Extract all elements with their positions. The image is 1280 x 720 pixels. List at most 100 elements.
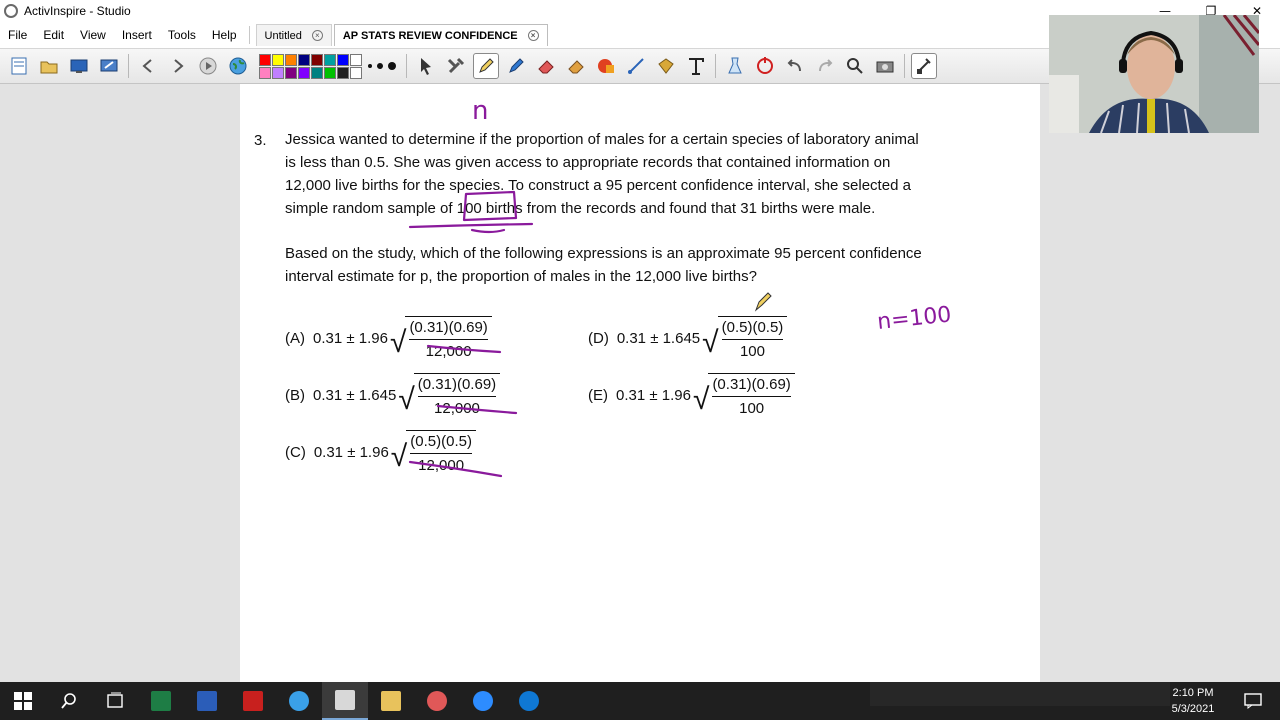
color-swatch[interactable]	[324, 66, 336, 79]
clear-icon[interactable]	[722, 53, 748, 79]
screen: ActivInspire - Studio — ❐ ✕ File Edit Vi…	[0, 0, 1280, 720]
choice-c-denominator: 12,000	[418, 457, 465, 474]
acrobat-icon[interactable]	[230, 682, 276, 720]
menu-tools[interactable]: Tools	[160, 28, 204, 42]
teacher-lock-icon[interactable]	[911, 53, 937, 79]
globe-icon[interactable]	[225, 53, 251, 79]
tab-untitled[interactable]: Untitled ×	[255, 24, 332, 46]
color-swatch[interactable]	[285, 53, 297, 66]
toolbar-separator	[715, 54, 716, 78]
pen-width-small[interactable]	[368, 64, 372, 68]
choice-b: (B) 0.31 ± 1.645 √ (0.31)(0.69) 12,000	[285, 367, 501, 423]
excel-icon[interactable]	[138, 682, 184, 720]
color-swatch[interactable]	[285, 66, 297, 79]
toolbar-separator	[128, 54, 129, 78]
previous-page-icon[interactable]	[135, 53, 161, 79]
choice-b-radical: √ (0.31)(0.69) 12,000	[398, 373, 501, 417]
choice-d-numerator: (0.5)(0.5)	[721, 319, 784, 340]
choice-a-radical: √ (0.31)(0.69) 12,000	[390, 316, 492, 360]
annotate-desktop-icon[interactable]	[96, 53, 122, 79]
text-icon[interactable]	[683, 53, 709, 79]
next-page-icon[interactable]	[165, 53, 191, 79]
pen-width-medium[interactable]	[377, 63, 383, 69]
edge-legacy-icon[interactable]	[276, 682, 322, 720]
menu-file[interactable]: File	[0, 28, 35, 42]
tab-untitled-close-icon[interactable]: ×	[311, 30, 323, 41]
activinspire-icon[interactable]	[322, 682, 368, 720]
color-swatch[interactable]	[272, 53, 284, 66]
pen-width-large[interactable]	[388, 62, 396, 70]
undo-icon[interactable]	[782, 53, 808, 79]
word-icon[interactable]	[184, 682, 230, 720]
menu-separator	[248, 26, 250, 44]
file-explorer-icon[interactable]	[368, 682, 414, 720]
flipchart-page[interactable]: 3. Jessica wanted to determine if the pr…	[240, 84, 1040, 682]
ink-handwriting-n-top: n	[472, 96, 488, 126]
color-swatch[interactable]	[311, 66, 323, 79]
color-swatch[interactable]	[259, 53, 271, 66]
menu-insert[interactable]: Insert	[114, 28, 160, 42]
choice-b-denominator: 12,000	[434, 400, 480, 417]
color-swatch[interactable]	[272, 66, 284, 79]
notification-icon[interactable]	[1230, 682, 1276, 720]
ink-underline-tail	[470, 228, 506, 234]
question-line-1: Jessica wanted to determine if the propo…	[285, 131, 919, 148]
windows-start-icon[interactable]	[0, 682, 46, 720]
choice-a: (A) 0.31 ± 1.96 √ (0.31)(0.69) 12,000	[285, 310, 492, 366]
tab-untitled-label: Untitled	[264, 29, 302, 42]
choice-c-fraction: (0.5)(0.5) 12,000	[406, 430, 476, 474]
search-icon[interactable]	[46, 682, 92, 720]
workspace: 3. Jessica wanted to determine if the pr…	[0, 84, 1280, 682]
color-swatch[interactable]	[337, 53, 349, 66]
pen-icon[interactable]	[473, 53, 499, 79]
color-swatch[interactable]	[337, 66, 349, 79]
magic-ink-icon[interactable]	[563, 53, 589, 79]
radical-sign: √	[702, 326, 719, 359]
zoom-icon[interactable]	[460, 682, 506, 720]
zoom-icon[interactable]	[842, 53, 868, 79]
menu-edit[interactable]: Edit	[35, 28, 72, 42]
eraser-icon[interactable]	[533, 53, 559, 79]
color-swatch[interactable]	[324, 53, 336, 66]
flipchart-icon[interactable]	[6, 53, 32, 79]
choice-d-radical: √ (0.5)(0.5) 100	[702, 316, 788, 360]
choice-e-coefficient: 0.31 ± 1.96	[616, 386, 691, 404]
fill-icon[interactable]	[653, 53, 679, 79]
choice-d-denominator: 100	[739, 343, 765, 360]
tab-ap-stats-review-close-icon[interactable]: ×	[527, 30, 539, 41]
choice-a-numerator: (0.31)(0.69)	[409, 319, 488, 340]
reset-icon[interactable]	[752, 53, 778, 79]
color-swatch[interactable]	[311, 53, 323, 66]
color-swatch[interactable]	[350, 53, 362, 66]
tab-ap-stats-review[interactable]: AP STATS REVIEW CONFIDENCE ×	[333, 24, 548, 46]
prompt-line-1: Based on the study, which of the followi…	[285, 245, 922, 262]
choice-e: (E) 0.31 ± 1.96 √ (0.31)(0.69) 100	[588, 367, 795, 423]
shape-icon[interactable]	[593, 53, 619, 79]
play-icon[interactable]	[195, 53, 221, 79]
question-line-2: is less than 0.5. She was given access t…	[285, 154, 891, 171]
color-swatch[interactable]	[350, 66, 362, 79]
desktop-icon[interactable]	[66, 53, 92, 79]
color-swatch[interactable]	[298, 53, 310, 66]
edge-icon[interactable]	[506, 682, 552, 720]
paint-icon[interactable]	[414, 682, 460, 720]
tools-icon[interactable]	[443, 53, 469, 79]
color-swatch[interactable]	[259, 66, 271, 79]
menu-view[interactable]: View	[72, 28, 114, 42]
window-title: ActivInspire - Studio	[24, 4, 131, 18]
menu-help[interactable]: Help	[204, 28, 245, 42]
choice-c-radical: √ (0.5)(0.5) 12,000	[391, 430, 476, 474]
highlighter-icon[interactable]	[503, 53, 529, 79]
radical-sign: √	[389, 326, 407, 359]
task-view-icon[interactable]	[92, 682, 138, 720]
connector-icon[interactable]	[623, 53, 649, 79]
pen-cursor-icon	[754, 292, 772, 312]
camera-icon[interactable]	[872, 53, 898, 79]
choice-a-letter: (A)	[285, 329, 305, 347]
select-icon[interactable]	[413, 53, 439, 79]
question-line-3: 12,000 live births for the species. To c…	[285, 177, 911, 194]
open-folder-icon[interactable]	[36, 53, 62, 79]
redo-icon[interactable]	[812, 53, 838, 79]
color-swatch[interactable]	[298, 66, 310, 79]
choice-e-radical: √ (0.31)(0.69) 100	[693, 373, 795, 417]
